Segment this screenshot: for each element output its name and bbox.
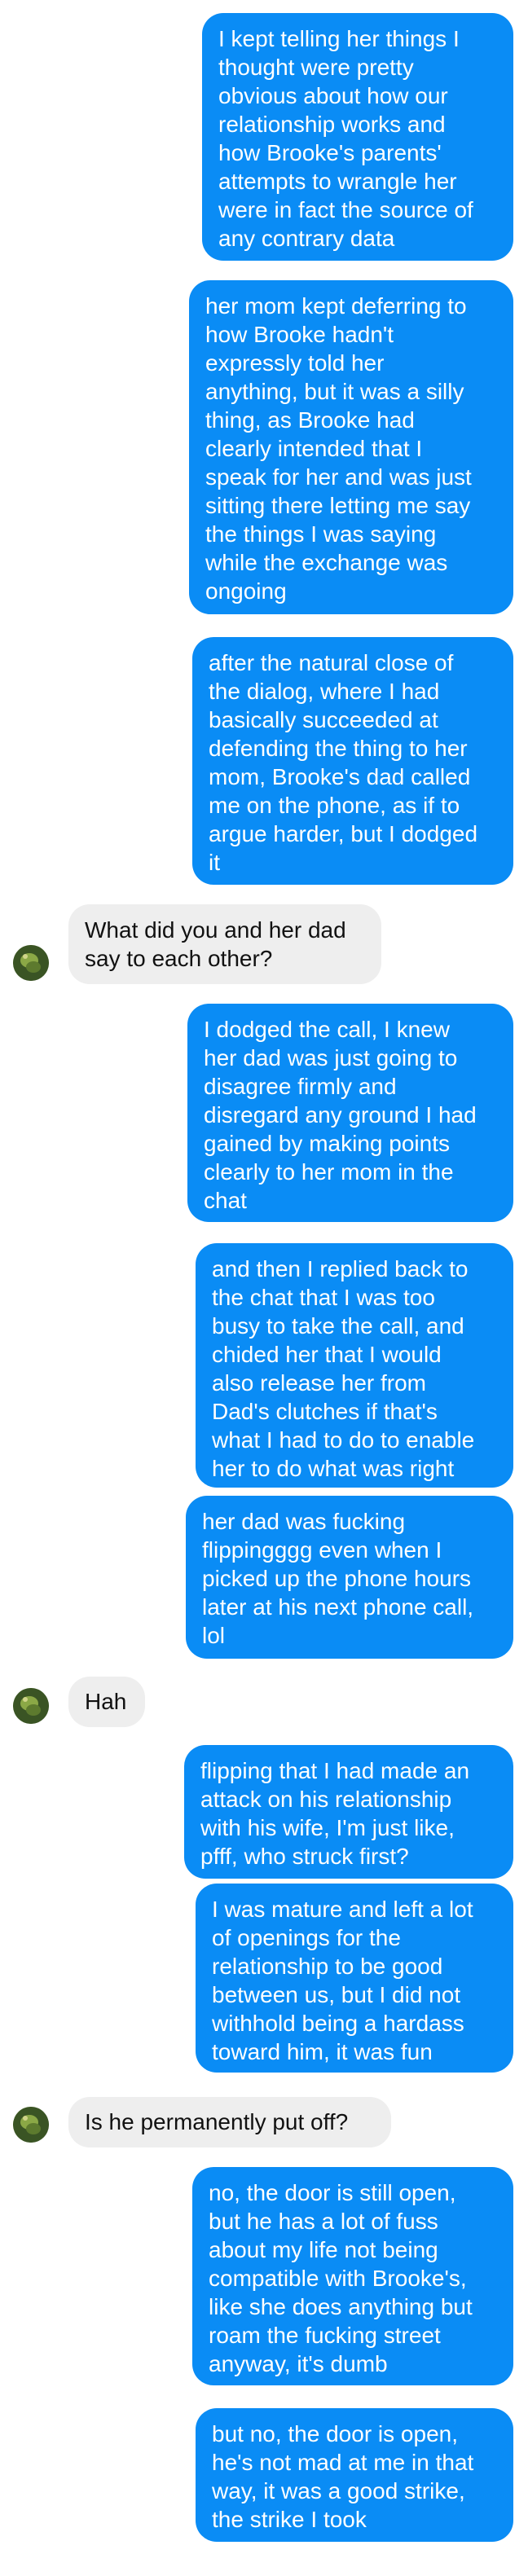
sent-message-bubble[interactable]: I was mature and left a lot of openings …: [196, 1884, 513, 2073]
sent-message-bubble[interactable]: flipping that I had made an attack on hi…: [184, 1745, 513, 1879]
sent-message-bubble[interactable]: no, the door is still open, but he has a…: [192, 2167, 513, 2385]
received-message-bubble[interactable]: Is he permanently put off?: [68, 2097, 391, 2147]
sent-message-bubble[interactable]: but no, the door is open, he's not mad a…: [196, 2408, 513, 2542]
sent-message-bubble[interactable]: her dad was fucking flippingggg even whe…: [186, 1496, 513, 1659]
sent-message-bubble[interactable]: and then I replied back to the chat that…: [196, 1243, 513, 1488]
contact-avatar[interactable]: [13, 945, 49, 981]
avatar-image-icon: [13, 2107, 49, 2143]
contact-avatar[interactable]: [13, 1688, 49, 1724]
contact-avatar[interactable]: [13, 2107, 49, 2143]
sent-message-bubble[interactable]: I dodged the call, I knew her dad was ju…: [187, 1004, 513, 1222]
avatar-image-icon: [13, 1688, 49, 1724]
sent-message-bubble[interactable]: after the natural close of the dialog, w…: [192, 637, 513, 885]
avatar-image-icon: [13, 945, 49, 981]
sent-message-bubble[interactable]: her mom kept deferring to how Brooke had…: [189, 280, 513, 614]
received-message-bubble[interactable]: Hah: [68, 1677, 145, 1727]
received-message-bubble[interactable]: What did you and her dad say to each oth…: [68, 904, 381, 984]
sent-message-bubble[interactable]: I kept telling her things I thought were…: [202, 13, 513, 261]
